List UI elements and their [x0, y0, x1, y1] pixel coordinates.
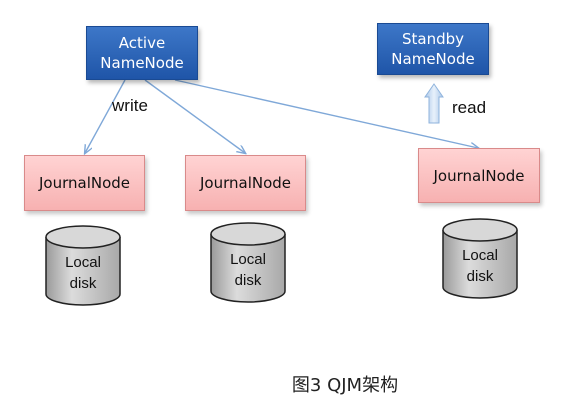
disk-1-label: Local disk [43, 252, 123, 294]
disk-2-label: Local disk [208, 249, 288, 291]
write-arrow-2 [144, 79, 245, 153]
write-label: write [112, 96, 148, 115]
disk-2-line2: disk [234, 272, 262, 289]
read-up-arrow [424, 83, 444, 124]
disk-3-line1: Local [462, 247, 498, 264]
write-arrow-1 [85, 79, 126, 153]
journalnode-3-label: JournalNode [433, 166, 525, 185]
standby-namenode-line1: Standby [401, 30, 465, 48]
active-namenode-line2: NameNode [100, 54, 184, 72]
journalnode-1: JournalNode [24, 155, 145, 211]
active-namenode: Active NameNode [86, 26, 198, 80]
disk-3-label: Local disk [440, 245, 520, 287]
disk-1-line2: disk [69, 275, 97, 292]
journalnode-1-label: JournalNode [38, 174, 131, 192]
read-label: read [452, 98, 487, 117]
disk-2-line1: Local [230, 251, 266, 268]
journalnode-2-label: JournalNode [199, 174, 292, 192]
standby-namenode-line2: NameNode [391, 50, 475, 68]
figure-caption: 图3 QJM架构 [291, 375, 399, 396]
disk-1-line1: Local [65, 254, 101, 271]
standby-namenode: Standby NameNode [377, 23, 489, 75]
journalnode-2: JournalNode [185, 155, 306, 211]
disk-3-line2: disk [466, 268, 494, 285]
active-namenode-line1: Active [118, 34, 166, 52]
journalnode-3: JournalNode [418, 148, 540, 203]
